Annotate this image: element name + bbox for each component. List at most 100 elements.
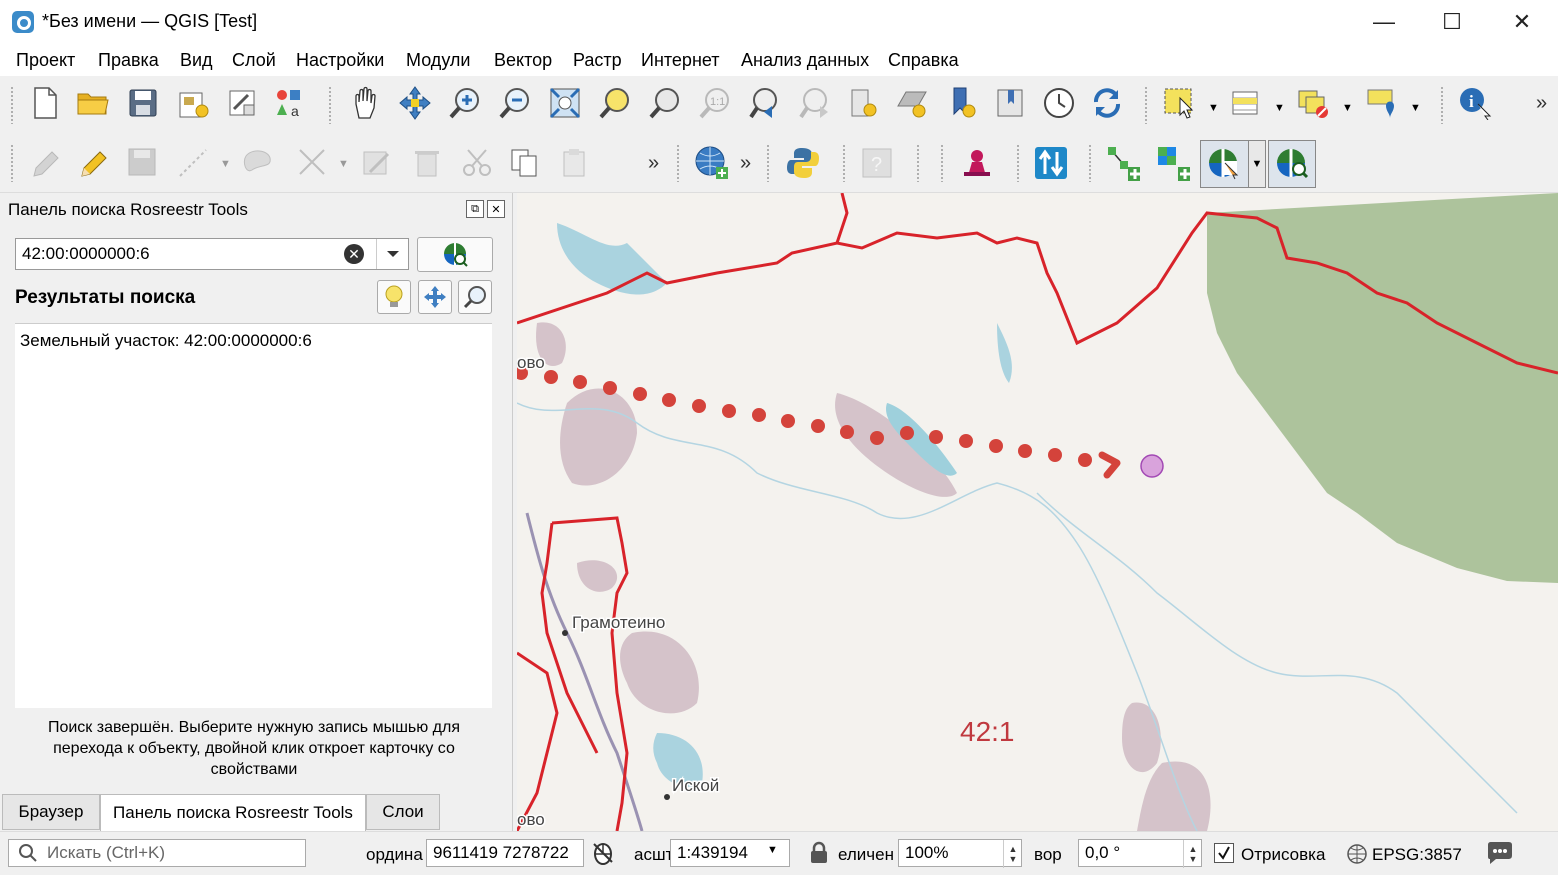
- chevron-down-icon[interactable]: ▼: [338, 158, 349, 170]
- locator-search-field[interactable]: Искать (Ctrl+K): [8, 839, 306, 867]
- toolbar-handle[interactable]: [328, 86, 332, 124]
- add-feature-icon[interactable]: [242, 146, 276, 180]
- menu-vector[interactable]: Вектор: [494, 50, 552, 71]
- scale-field[interactable]: 1:439194 ▼: [670, 839, 790, 867]
- zoom-native-icon[interactable]: 1:1: [698, 86, 732, 120]
- map-canvas[interactable]: Грамотеино Иской ово ово 42:1: [517, 193, 1558, 831]
- chevron-down-icon[interactable]: ▼: [1208, 102, 1219, 114]
- map-tips-icon[interactable]: [994, 86, 1028, 120]
- menu-raster[interactable]: Растр: [573, 50, 622, 71]
- rotation-spinner[interactable]: ▲ ▼: [1183, 840, 1202, 868]
- vertex-tool-icon[interactable]: [296, 146, 330, 180]
- zoom-full-icon[interactable]: [548, 86, 582, 120]
- zoom-out-icon[interactable]: [498, 86, 532, 120]
- toolbar-handle[interactable]: [916, 144, 920, 182]
- menu-web[interactable]: Интернет: [641, 50, 720, 71]
- tab-browser[interactable]: Браузер: [2, 794, 100, 830]
- show-bookmarks-icon[interactable]: [896, 86, 930, 120]
- mouse-toggle-icon[interactable]: [590, 840, 616, 871]
- chevron-down-icon[interactable]: ▼: [767, 844, 778, 856]
- toolbar-handle[interactable]: [842, 144, 846, 182]
- zoom-next-icon[interactable]: [798, 86, 832, 120]
- georeferencer-icon[interactable]: [694, 146, 728, 180]
- toolbar-handle[interactable]: [1016, 144, 1020, 182]
- search-input-value[interactable]: 42:00:0000000:6: [22, 244, 150, 264]
- toolbar-handle[interactable]: [10, 86, 14, 124]
- menu-project[interactable]: Проект: [16, 50, 75, 71]
- menu-plugins[interactable]: Модули: [406, 50, 470, 71]
- open-attribute-table-icon[interactable]: [1230, 86, 1264, 120]
- help-icon[interactable]: ?: [860, 146, 894, 180]
- copy-features-icon[interactable]: [508, 146, 542, 180]
- select-features-icon[interactable]: [1162, 86, 1196, 120]
- coordinate-field[interactable]: 9611419 7278722: [426, 839, 584, 867]
- toggle-editing-icon[interactable]: [76, 146, 110, 180]
- add-annotation-icon[interactable]: [1364, 86, 1398, 120]
- maximize-button[interactable]: ☐: [1418, 0, 1486, 44]
- toolbar-handle[interactable]: [1440, 86, 1444, 124]
- menu-view[interactable]: Вид: [180, 50, 213, 71]
- zoom-in-icon[interactable]: [448, 86, 482, 120]
- crs-button[interactable]: EPSG:3857: [1372, 845, 1462, 865]
- zoom-last-icon[interactable]: [748, 86, 782, 120]
- more-tools-button[interactable]: »: [1536, 92, 1547, 115]
- zoom-to-button[interactable]: [458, 280, 492, 314]
- zoom-to-layer-icon[interactable]: [648, 86, 682, 120]
- menu-settings[interactable]: Настройки: [296, 50, 384, 71]
- save-project-icon[interactable]: [126, 86, 160, 120]
- save-edits-icon[interactable]: [126, 146, 160, 180]
- highlight-button[interactable]: [377, 280, 411, 314]
- new-project-icon[interactable]: [28, 86, 62, 120]
- new-print-layout-icon[interactable]: [176, 86, 210, 120]
- magnifier-field[interactable]: 100% ▲ ▼: [898, 839, 1022, 868]
- list-item[interactable]: Земельный участок: 42:00:0000000:6: [20, 331, 312, 351]
- more-tools-button[interactable]: »: [648, 152, 659, 175]
- modify-attributes-icon[interactable]: [360, 146, 394, 180]
- refresh-icon[interactable]: [1090, 86, 1124, 120]
- chevron-down-icon[interactable]: ▼: [1248, 140, 1266, 188]
- magnifier-spinner[interactable]: ▲ ▼: [1003, 840, 1022, 868]
- toolbar-handle[interactable]: [676, 144, 680, 182]
- menu-edit[interactable]: Правка: [98, 50, 159, 71]
- delete-selected-icon[interactable]: [410, 146, 444, 180]
- python-console-icon[interactable]: [786, 146, 820, 180]
- sort-icon[interactable]: [1034, 146, 1068, 180]
- map-layer[interactable]: Грамотеино Иской ово ово 42:1: [517, 193, 1558, 831]
- clear-icon[interactable]: ✕: [344, 244, 364, 264]
- search-button[interactable]: [417, 237, 493, 272]
- rosreestr-select-button[interactable]: [1200, 140, 1250, 188]
- toolbar-handle[interactable]: [1144, 86, 1148, 124]
- pan-to-button[interactable]: [418, 280, 452, 314]
- current-edits-icon[interactable]: [28, 146, 62, 180]
- float-panel-button[interactable]: ⧉: [466, 200, 484, 218]
- paste-features-icon[interactable]: [558, 146, 592, 180]
- render-checkbox[interactable]: [1214, 843, 1234, 863]
- chevron-down-icon[interactable]: ▼: [1410, 102, 1421, 114]
- digitize-icon[interactable]: [176, 146, 210, 180]
- add-layer-icon[interactable]: [1156, 146, 1190, 181]
- toolbar-handle[interactable]: [940, 144, 944, 182]
- rosreestr-search-button[interactable]: [1268, 140, 1316, 188]
- new-bookmark-icon[interactable]: [848, 86, 882, 120]
- minimize-button[interactable]: —: [1350, 0, 1418, 44]
- zoom-to-selection-icon[interactable]: [598, 86, 632, 120]
- chevron-down-icon[interactable]: ▼: [220, 158, 231, 170]
- rotation-field[interactable]: 0,0 ° ▲ ▼: [1078, 839, 1202, 868]
- cadastral-search-input[interactable]: 42:00:0000000:6 ✕: [15, 238, 409, 270]
- chevron-down-icon[interactable]: ▼: [1274, 102, 1285, 114]
- more-tools-button[interactable]: »: [740, 152, 751, 175]
- messages-icon[interactable]: [1486, 841, 1514, 870]
- pan-icon[interactable]: [348, 86, 382, 120]
- menu-layer[interactable]: Слой: [232, 50, 276, 71]
- toolbar-handle[interactable]: [1088, 144, 1092, 182]
- temporal-controller-icon[interactable]: [1042, 86, 1076, 120]
- add-point-icon[interactable]: [1106, 146, 1140, 181]
- tab-rosreestr-search[interactable]: Панель поиска Rosreestr Tools: [100, 794, 366, 831]
- deselect-icon[interactable]: [1296, 86, 1330, 120]
- cut-features-icon[interactable]: [460, 146, 494, 180]
- new-spatial-bookmark-icon[interactable]: [946, 86, 980, 120]
- identify-icon[interactable]: i: [1458, 86, 1492, 120]
- close-button[interactable]: ✕: [1488, 0, 1556, 44]
- history-dropdown-button[interactable]: [376, 239, 409, 269]
- menu-analysis[interactable]: Анализ данных: [741, 50, 869, 71]
